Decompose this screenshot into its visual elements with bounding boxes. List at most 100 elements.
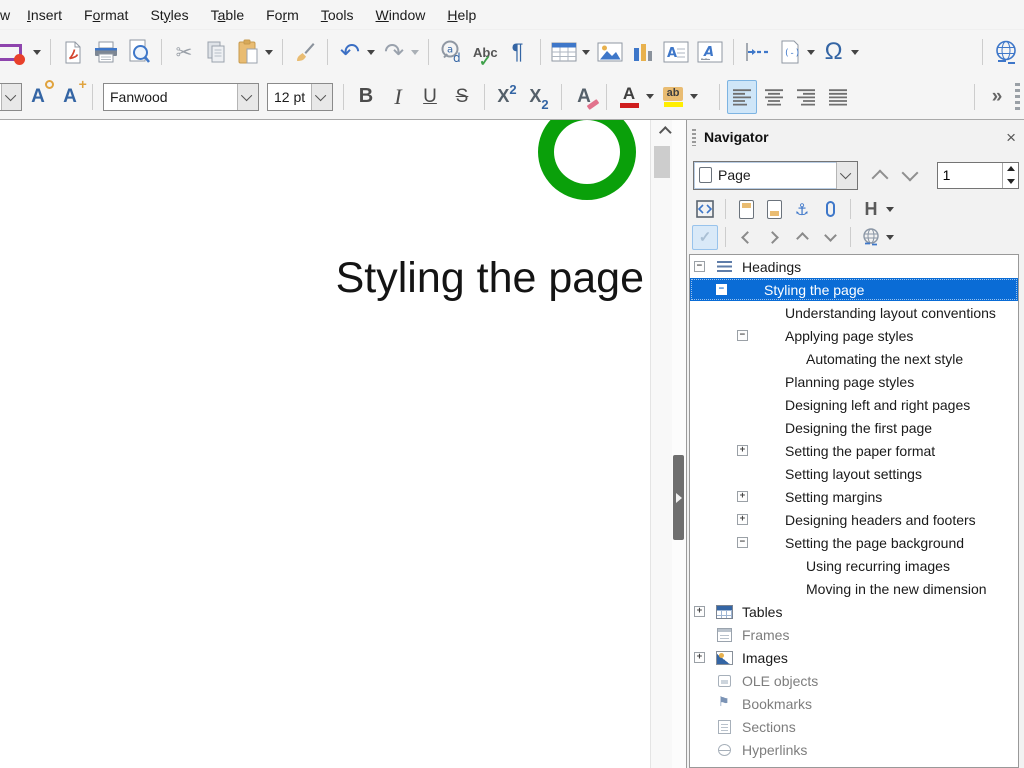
menu-item[interactable]: Form (255, 2, 310, 28)
menu-item[interactable]: Tools (310, 2, 365, 28)
tree-expander[interactable] (737, 330, 748, 341)
insert-chart-button[interactable] (628, 35, 658, 69)
go-back-button[interactable] (733, 225, 759, 250)
print-preview-button[interactable] (124, 35, 154, 69)
align-right-button[interactable] (791, 80, 821, 114)
toggle-master-view-button[interactable] (692, 197, 718, 222)
toolbar-overflow-button[interactable]: » (982, 80, 1012, 114)
tree-item[interactable]: Tables (690, 600, 1018, 623)
menu-item[interactable]: Format (73, 2, 139, 28)
menu-item[interactable]: Styles (139, 2, 199, 28)
heading-levels-button[interactable]: H (858, 197, 884, 222)
tree-item[interactable]: Planning page styles (690, 370, 1018, 393)
new-style-button[interactable]: A+ (55, 80, 85, 114)
tree-expander[interactable] (694, 606, 705, 617)
tree-expander[interactable] (694, 652, 705, 663)
panel-grip-icon[interactable] (692, 129, 696, 146)
tree-item[interactable]: Moving in the new dimension (690, 577, 1018, 600)
drag-mode-dropdown[interactable] (886, 235, 894, 240)
justify-button[interactable] (823, 80, 853, 114)
spellcheck-button[interactable]: Abc (470, 35, 501, 69)
navigator-content-tree[interactable]: Headings Styling the page Understanding … (689, 254, 1019, 768)
copy-button[interactable] (201, 35, 231, 69)
insert-table-dropdown[interactable] (582, 50, 590, 55)
insert-field-dropdown[interactable] (807, 50, 815, 55)
paste-dropdown[interactable] (265, 50, 273, 55)
tree-item[interactable]: Images (690, 646, 1018, 669)
menu-item[interactable]: Insert (16, 2, 73, 28)
tree-item[interactable]: Setting margins (690, 485, 1018, 508)
demote-chapter-button[interactable] (817, 225, 843, 250)
paste-button[interactable] (233, 35, 263, 69)
navigate-by-combobox[interactable]: Page (693, 161, 858, 190)
export-pdf-button[interactable] (58, 35, 88, 69)
spin-up-button[interactable] (1003, 163, 1018, 176)
heading-levels-dropdown[interactable] (886, 207, 894, 212)
tree-expander[interactable] (737, 537, 748, 548)
tree-item[interactable]: Understanding layout conventions (690, 301, 1018, 324)
tree-item[interactable]: Setting layout settings (690, 462, 1018, 485)
navigate-by-dropdown[interactable] (836, 162, 857, 189)
menu-item-partial[interactable]: w (0, 7, 11, 23)
insert-special-character-dropdown[interactable] (851, 50, 859, 55)
tree-expander[interactable] (716, 284, 727, 295)
document-canvas[interactable]: Styling the page (0, 120, 650, 768)
menu-item[interactable]: Table (200, 2, 256, 28)
font-color-button[interactable]: A (614, 80, 644, 114)
drag-mode-button[interactable] (858, 225, 884, 250)
tree-item[interactable]: Designing left and right pages (690, 393, 1018, 416)
undo-dropdown[interactable] (367, 50, 375, 55)
clear-formatting-button[interactable]: A (569, 80, 599, 114)
tree-item[interactable]: Using recurring images (690, 554, 1018, 577)
tree-item[interactable]: Hyperlinks (690, 738, 1018, 761)
page-number-spinbox[interactable] (937, 162, 1019, 189)
scrollbar-up-button[interactable] (651, 120, 673, 144)
undo-button[interactable]: ↶ (335, 35, 365, 69)
tree-item[interactable]: Styling the page (690, 278, 1018, 301)
new-document-dropdown[interactable] (33, 50, 41, 55)
set-reminder-button[interactable] (817, 197, 843, 222)
cut-button[interactable]: ✂ (169, 35, 199, 69)
clone-formatting-button[interactable] (290, 35, 320, 69)
align-left-button[interactable] (727, 80, 757, 114)
font-size-dropdown[interactable] (311, 84, 332, 110)
menu-item[interactable]: Window (365, 2, 437, 28)
subscript-button[interactable]: X2 (524, 80, 554, 114)
insert-page-break-button[interactable] (741, 35, 773, 69)
toolbar-grip[interactable] (1015, 83, 1020, 111)
vertical-scrollbar[interactable] (650, 120, 672, 768)
close-icon[interactable]: × (1006, 129, 1016, 146)
insert-text-box-button[interactable]: A (660, 35, 692, 69)
scrollbar-thumb[interactable] (654, 146, 670, 178)
spin-down-button[interactable] (1003, 175, 1018, 188)
tree-item[interactable]: Designing the first page (690, 416, 1018, 439)
tree-item[interactable]: Headings (690, 255, 1018, 278)
header-button[interactable] (733, 197, 759, 222)
strikethrough-button[interactable]: S (447, 80, 477, 114)
page-number-input[interactable] (938, 163, 1002, 188)
font-name-combobox[interactable]: Fanwood (103, 83, 259, 111)
print-button[interactable] (90, 35, 122, 69)
insert-image-button[interactable] (594, 35, 626, 69)
tree-expander[interactable] (694, 261, 705, 272)
tree-item[interactable]: Applying page styles (690, 324, 1018, 347)
menu-item[interactable]: Help (436, 2, 487, 28)
superscript-button[interactable]: X2 (492, 80, 522, 114)
italic-button[interactable]: I (383, 80, 413, 114)
tree-item[interactable]: Automating the next style (690, 347, 1018, 370)
tree-item[interactable]: Setting the paper format (690, 439, 1018, 462)
footer-button[interactable] (761, 197, 787, 222)
redo-button[interactable]: ↷ (379, 35, 409, 69)
find-replace-button[interactable]: ad (436, 35, 468, 69)
tree-expander[interactable] (737, 491, 748, 502)
panel-hide-handle[interactable] (673, 455, 684, 540)
new-document-button[interactable] (1, 35, 31, 69)
highlight-color-dropdown[interactable] (690, 94, 698, 99)
bold-button[interactable]: B (351, 80, 381, 114)
tree-item[interactable]: Frames (690, 623, 1018, 646)
highlight-color-button[interactable]: ab (658, 80, 688, 114)
update-style-button[interactable]: A (23, 80, 53, 114)
paragraph-style-combobox[interactable] (0, 83, 22, 111)
tree-item[interactable]: Sections (690, 715, 1018, 738)
tree-expander[interactable] (737, 445, 748, 456)
